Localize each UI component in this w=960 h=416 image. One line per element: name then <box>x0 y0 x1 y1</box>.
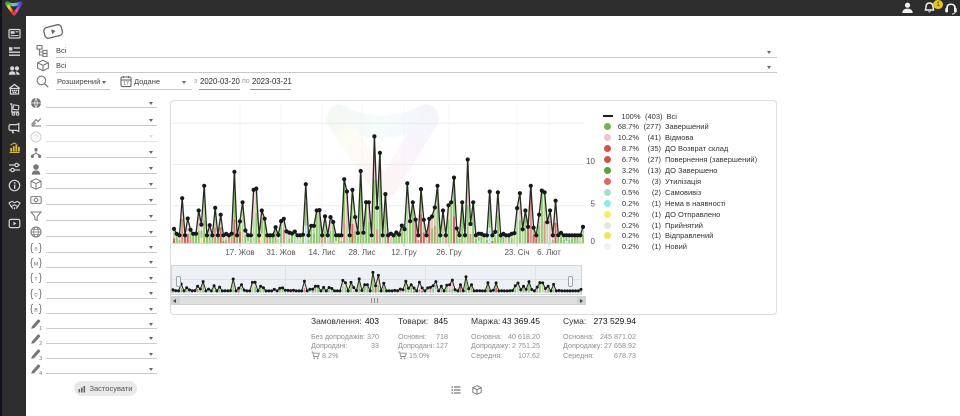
svg-text:5: 5 <box>591 199 596 208</box>
svg-text:31. Жов: 31. Жов <box>266 248 295 257</box>
svg-text:14. Лис: 14. Лис <box>308 248 335 257</box>
svg-text:17. Жов: 17. Жов <box>225 248 254 257</box>
svg-text:10: 10 <box>586 157 595 166</box>
svg-text:28. Лис: 28. Лис <box>348 248 375 257</box>
svg-text:0: 0 <box>591 237 596 246</box>
svg-text:12. Гру: 12. Гру <box>391 248 417 257</box>
svg-text:6. Лют: 6. Лют <box>537 248 561 257</box>
svg-text:23. Січ: 23. Січ <box>504 248 529 257</box>
svg-text:26. Гру: 26. Гру <box>436 248 462 257</box>
